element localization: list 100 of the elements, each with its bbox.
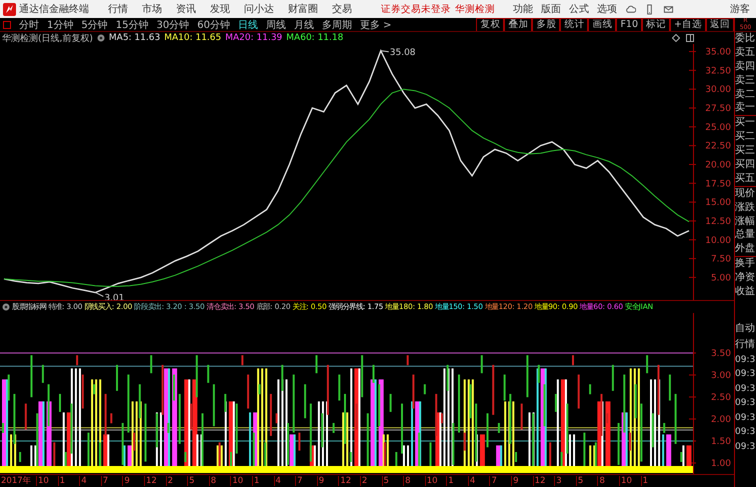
toolbar-button[interactable]: 复权 <box>476 18 504 31</box>
date-label: 1 <box>640 476 662 486</box>
axis-label: 27.50 <box>705 104 731 114</box>
date-label: 12 <box>144 476 166 486</box>
period-tab[interactable]: 30分钟 <box>152 18 194 32</box>
quote-label: 外盘 <box>735 242 756 256</box>
side-tab[interactable]: 自动 <box>735 320 756 337</box>
settings-icon[interactable] <box>96 34 105 42</box>
envelope-icon[interactable] <box>663 4 674 14</box>
tool-menu-item[interactable]: 版面 <box>537 2 565 16</box>
date-label: 4 <box>79 476 101 486</box>
menu-item[interactable]: 发现 <box>203 2 237 16</box>
date-label: 5 <box>187 476 209 486</box>
menu-item[interactable]: 问小达 <box>237 2 281 16</box>
app-name: 通达信金融终端 <box>19 2 89 16</box>
axis-label: 3.50 <box>710 349 731 359</box>
date-label: 8 <box>403 476 425 486</box>
axis-label: 5.00 <box>710 273 731 284</box>
user-name[interactable]: 游客 <box>730 2 750 16</box>
tool-menu-item[interactable]: 功能 <box>509 2 537 16</box>
period-tab[interactable]: 周线 <box>262 18 290 32</box>
quote-label: 净资 <box>735 271 756 286</box>
date-label: 5 <box>382 476 404 486</box>
axis-label: 35.00 <box>705 48 731 58</box>
axis-label: 17.50 <box>705 179 731 190</box>
date-label: 1 <box>58 476 80 486</box>
tool-menu-item[interactable]: 选项 <box>593 2 621 16</box>
toolbar-button[interactable]: 多股 <box>532 18 560 31</box>
tool-menu-item[interactable]: 公式 <box>565 2 593 16</box>
app-logo-icon <box>3 2 16 16</box>
moving-average-value: MA10: 11.65 <box>164 33 222 43</box>
side-tab[interactable]: 行情 <box>735 336 756 353</box>
period-tab[interactable]: 60分钟 <box>193 18 234 32</box>
date-label: 7 <box>489 476 512 486</box>
date-label: 5 <box>576 476 598 486</box>
menu-item[interactable]: 交易 <box>325 2 359 16</box>
date-label: 2017年 <box>0 475 33 487</box>
quote-label: 换手 <box>735 256 756 272</box>
date-label: 7 <box>295 476 317 486</box>
toolbar-button[interactable]: 统计 <box>560 18 588 31</box>
period-tab[interactable]: 多周期 <box>318 18 356 32</box>
date-label: 4 <box>468 476 490 486</box>
trade-time: 09:3 <box>735 397 756 410</box>
menu-item[interactable]: 财富圈 <box>281 2 325 16</box>
axis-label: 2.00 <box>710 415 731 425</box>
date-label: 1 <box>252 476 274 486</box>
date-label: 9 <box>122 476 144 486</box>
quote-label: 卖四 <box>735 60 756 74</box>
trade-time: 09:3 <box>735 354 756 367</box>
quote-label: 买一 <box>735 115 756 130</box>
axis-label: 25.00 <box>705 122 731 133</box>
phone-icon[interactable] <box>644 4 655 14</box>
cloud-icon[interactable] <box>625 4 636 14</box>
toolbar-button[interactable]: 标记 <box>642 18 670 31</box>
quote-label: 卖二 <box>735 88 756 102</box>
date-label: 9 <box>511 476 533 486</box>
axis-label: 32.50 <box>705 66 731 76</box>
axis-label: 1.50 <box>710 437 731 447</box>
date-label: 2 <box>166 476 188 486</box>
toolbar-button[interactable]: 画线 <box>588 18 616 31</box>
date-label: 7 <box>100 476 122 486</box>
menu-item[interactable]: 市场 <box>135 2 169 16</box>
moving-average-value: MA5: 11.63 <box>108 33 160 43</box>
chart-title: 华测检测(日线,前复权) <box>2 32 93 44</box>
axis-label: 1.00 <box>710 459 731 469</box>
toolbar-button[interactable]: 叠加 <box>504 18 532 31</box>
toolbar-button[interactable]: +自选 <box>670 18 706 31</box>
date-label: 4 <box>274 476 296 486</box>
date-label: 1 <box>446 476 468 486</box>
period-tab[interactable]: 更多 > <box>356 18 396 32</box>
diamond-icon[interactable] <box>672 34 680 42</box>
axis-label: 3.00 <box>710 371 731 381</box>
trade-time: 09:3 <box>735 440 756 454</box>
period-tab[interactable]: 5分钟 <box>77 18 112 32</box>
menu-item[interactable]: 资讯 <box>169 2 203 16</box>
quote-label: 买四 <box>735 158 756 172</box>
quote-label: 卖五 <box>735 46 756 60</box>
panel-icon[interactable] <box>686 34 694 42</box>
quote-label: 现价 <box>735 186 756 201</box>
quote-label: 委比 <box>735 32 756 46</box>
panel-toggle-icon[interactable] <box>3 20 11 28</box>
settings-icon[interactable] <box>2 303 10 311</box>
period-tab[interactable]: 15分钟 <box>112 18 152 32</box>
toolbar-button[interactable]: 返回 <box>706 18 734 31</box>
quote-label: 总量 <box>735 228 756 242</box>
date-label: 10 <box>230 476 252 486</box>
period-tab[interactable]: 月线 <box>290 18 318 32</box>
stock-name: 华测检测 <box>455 2 495 16</box>
axis-label: 10.00 <box>705 236 731 246</box>
axis-label: 2.50 <box>710 393 731 403</box>
quote-label: 买三 <box>735 144 756 158</box>
period-tab[interactable]: 日线 <box>234 18 262 32</box>
toolbar-button[interactable]: F10 <box>616 18 642 31</box>
quote-label: 收益 <box>735 285 756 299</box>
menu-item[interactable]: 行情 <box>101 2 135 16</box>
trade-time: 09:3 <box>735 426 756 440</box>
period-tab[interactable]: 分时 <box>15 18 43 32</box>
trade-time: 09:3 <box>735 382 756 396</box>
period-tab[interactable]: 1分钟 <box>43 18 78 32</box>
date-label: 12 <box>338 476 360 486</box>
